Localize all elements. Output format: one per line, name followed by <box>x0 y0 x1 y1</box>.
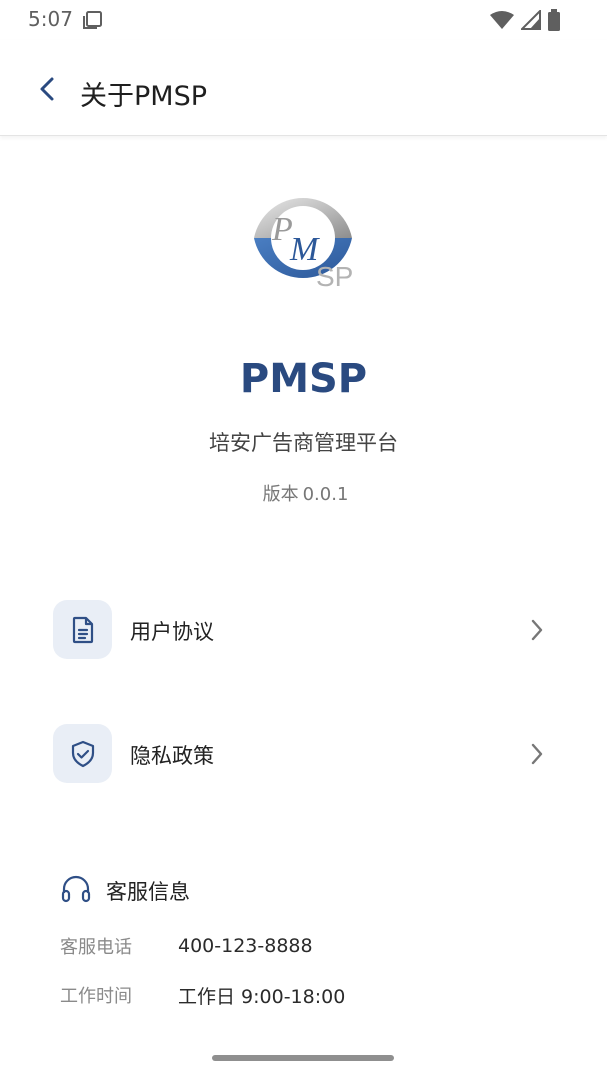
app-logo: P M SP <box>248 180 362 294</box>
svg-text:SP: SP <box>316 261 353 292</box>
customer-service-hours-row: 工作时间 工作日 9:00-18:00 <box>60 981 345 1009</box>
status-icons <box>489 8 561 35</box>
battery-icon <box>547 9 561 35</box>
version-label: 版本 <box>262 484 299 505</box>
app-subtitle: 培安广告商管理平台 <box>209 431 398 455</box>
wifi-icon <box>489 10 515 34</box>
menu-item-privacy-policy[interactable]: 隐私政策 <box>53 724 553 784</box>
page-title: 关于PMSP <box>80 81 207 112</box>
menu-item-label: 用户协议 <box>130 620 214 644</box>
customer-service-header: 客服信息 <box>60 874 190 908</box>
signal-icon <box>519 8 541 34</box>
chevron-right-icon <box>523 616 551 644</box>
app-bar: 关于PMSP <box>0 40 607 136</box>
app-version: 版本 0.0.1 <box>0 480 607 506</box>
status-time: 5:07 <box>28 7 73 31</box>
notification-icon <box>82 10 104 34</box>
customer-service-phone-row: 客服电话 400-123-8888 <box>60 932 313 960</box>
menu-item-label: 隐私政策 <box>130 744 214 768</box>
document-icon <box>53 600 112 659</box>
chevron-left-icon <box>40 77 54 101</box>
headphones-icon <box>60 873 92 909</box>
version-number: 0.0.1 <box>302 484 349 505</box>
back-button[interactable] <box>30 72 64 106</box>
menu-item-user-agreement[interactable]: 用户协议 <box>53 600 553 660</box>
phone-value[interactable]: 400-123-8888 <box>178 935 313 957</box>
shield-check-icon <box>53 724 112 783</box>
chevron-right-icon <box>523 740 551 768</box>
status-bar: 5:07 <box>0 0 607 40</box>
customer-service-title: 客服信息 <box>106 880 190 904</box>
hours-value: 工作日 9:00-18:00 <box>178 985 346 1008</box>
phone-label: 客服电话 <box>60 937 132 958</box>
hours-label: 工作时间 <box>60 986 132 1007</box>
home-indicator[interactable] <box>212 1055 394 1061</box>
app-name: PMSP <box>239 356 368 402</box>
